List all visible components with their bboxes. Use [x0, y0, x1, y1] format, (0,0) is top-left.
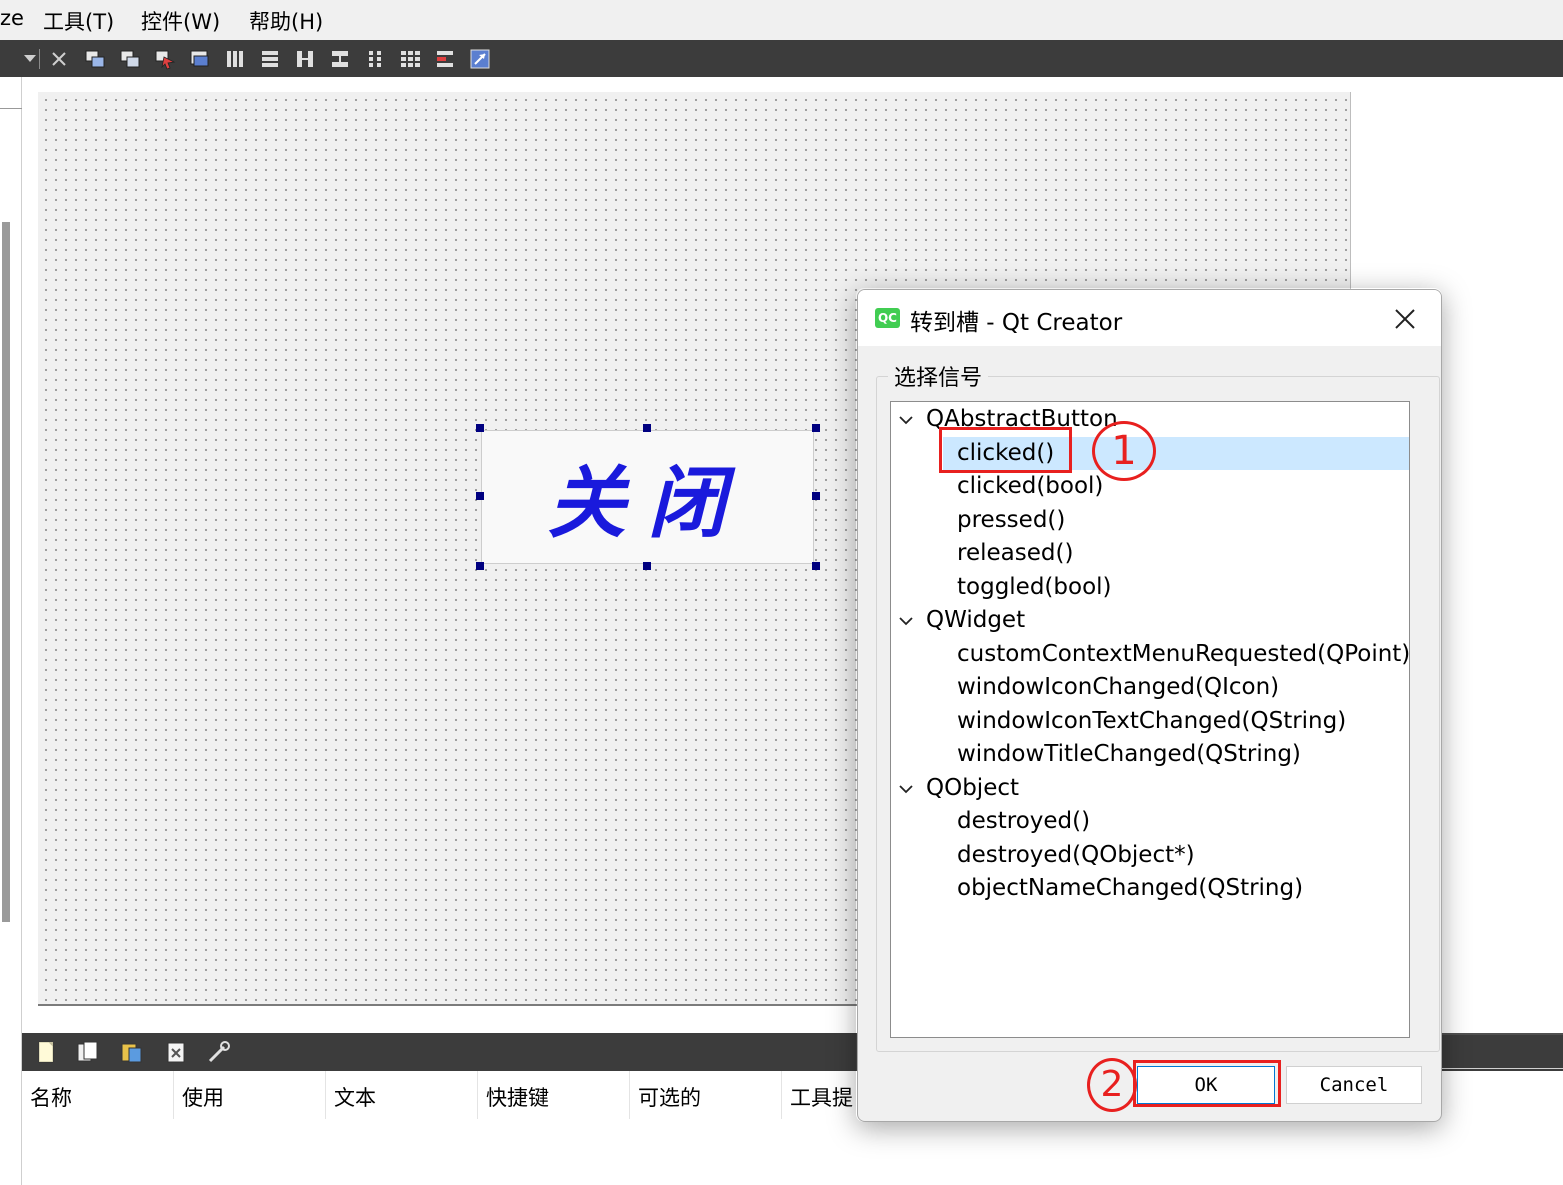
groupbox-title: 选择信号 [888, 360, 989, 392]
selection-handle[interactable] [476, 424, 484, 432]
tree-signal-row[interactable]: destroyed(QObject*) [891, 839, 1409, 872]
tree-signal-row[interactable]: toggled(bool) [891, 571, 1409, 604]
layout-grid-icon[interactable] [364, 48, 386, 70]
menu-item-help[interactable]: 帮助(H) [249, 6, 323, 36]
menu-item-partial[interactable]: ze [0, 6, 24, 30]
signal-tree[interactable]: QAbstractButton clicked() clicked(bool) pre… [890, 401, 1410, 1038]
dialog-titlebar[interactable]: QC 转到槽 - Qt Creator [858, 290, 1441, 346]
tree-group-row[interactable]: QObject [891, 772, 1409, 805]
tree-signal-row[interactable]: windowIconTextChanged(QString) [891, 705, 1409, 738]
tree-signal-row[interactable]: windowIconChanged(QIcon) [891, 671, 1409, 704]
tree-row-label: destroyed() [957, 808, 1091, 834]
close-icon [1395, 309, 1415, 329]
annotation-step-2: 2 [1087, 1058, 1137, 1112]
dock-separator [1440, 1068, 1563, 1069]
go-to-slot-dialog: QC 转到槽 - Qt Creator 选择信号 QAbstractButton… [857, 289, 1442, 1122]
column-header-text[interactable]: 文本 [326, 1071, 478, 1119]
chevron-down-icon[interactable] [899, 782, 913, 796]
column-header-name[interactable]: 名称 [22, 1071, 174, 1119]
paste-action-icon[interactable] [119, 1039, 145, 1065]
layout-form-icon[interactable] [399, 48, 421, 70]
selection-handle[interactable] [812, 424, 820, 432]
layout-horizontal-splitter-icon[interactable] [294, 48, 316, 70]
annotation-highlight-ok [1133, 1060, 1281, 1107]
tree-signal-row[interactable]: customContextMenuRequested(QPoint) [891, 638, 1409, 671]
tree-row-label: windowIconTextChanged(QString) [957, 707, 1347, 734]
column-header-checkable[interactable]: 可选的 [630, 1071, 782, 1119]
tree-group-row[interactable]: QWidget [891, 604, 1409, 637]
left-scrollbar[interactable] [2, 222, 10, 922]
menu-item-widgets[interactable]: 控件(W) [141, 6, 220, 36]
cancel-button[interactable]: Cancel [1286, 1066, 1422, 1104]
edit-widgets-icon[interactable] [84, 48, 106, 70]
tree-row-label: clicked(bool) [957, 473, 1104, 499]
tree-row-label: destroyed(QObject*) [957, 841, 1195, 868]
edit-signals-slots-icon[interactable] [119, 48, 141, 70]
copy-action-icon[interactable] [75, 1039, 101, 1065]
edit-tab-order-icon[interactable] [189, 48, 211, 70]
tree-row-label: released() [957, 540, 1074, 566]
tree-row-label: customContextMenuRequested(QPoint) [957, 640, 1410, 667]
tree-signal-row[interactable]: clicked(bool) [891, 470, 1409, 503]
annotation-highlight-clicked [939, 427, 1072, 473]
qt-creator-logo-icon: QC [875, 308, 900, 328]
edit-buddies-icon[interactable] [154, 48, 176, 70]
layout-vertical-icon[interactable] [259, 48, 281, 70]
tree-row-label: pressed() [957, 506, 1066, 533]
chevron-down-icon[interactable] [899, 413, 913, 427]
form-push-button[interactable]: 关闭 [481, 430, 814, 564]
tree-row-label: objectNameChanged(QString) [957, 875, 1304, 901]
column-header-shortcut[interactable]: 快捷键 [478, 1071, 630, 1119]
delete-action-icon[interactable] [163, 1039, 189, 1065]
selection-handle[interactable] [643, 562, 651, 570]
tree-signal-row[interactable]: objectNameChanged(QString) [891, 872, 1409, 905]
tree-signal-row[interactable]: windowTitleChanged(QString) [891, 738, 1409, 771]
tree-signal-row[interactable]: destroyed() [891, 805, 1409, 838]
selection-handle[interactable] [812, 562, 820, 570]
menu-bar: ze 工具(T) 控件(W) 帮助(H) [0, 0, 1563, 40]
break-layout-icon[interactable] [434, 48, 456, 70]
layout-vertical-splitter-icon[interactable] [329, 48, 351, 70]
tree-signal-row[interactable]: released() [891, 537, 1409, 570]
left-dock-strip [0, 77, 22, 1185]
selection-handle[interactable] [812, 492, 820, 500]
tree-row-label: windowTitleChanged(QString) [957, 741, 1301, 767]
tree-row-label: QWidget [926, 607, 1026, 633]
layout-horizontal-icon[interactable] [224, 48, 246, 70]
column-header-used[interactable]: 使用 [174, 1071, 326, 1119]
selection-handle[interactable] [643, 424, 651, 432]
left-dock-tab[interactable] [0, 77, 22, 109]
menu-item-tools[interactable]: 工具(T) [43, 6, 114, 36]
dock-separator [1440, 1033, 1563, 1035]
designer-toolbar [0, 40, 1563, 77]
dropdown-arrow-icon[interactable] [19, 48, 41, 70]
close-icon[interactable] [48, 48, 70, 70]
new-action-icon[interactable] [32, 1039, 58, 1065]
tree-row-label: toggled(bool) [957, 573, 1112, 600]
adjust-size-icon[interactable] [469, 48, 491, 70]
selection-handle[interactable] [476, 492, 484, 500]
selection-handle[interactable] [476, 562, 484, 570]
dialog-close-button[interactable] [1388, 302, 1422, 336]
chevron-down-icon[interactable] [899, 614, 913, 628]
toolbar-separator [39, 49, 40, 69]
tree-row-label: windowIconChanged(QIcon) [957, 674, 1280, 700]
push-button-label: 关闭 [547, 458, 748, 549]
configure-wrench-icon[interactable] [206, 1039, 232, 1065]
tree-signal-row[interactable]: pressed() [891, 504, 1409, 537]
annotation-step-1: 1 [1092, 421, 1156, 481]
dialog-title: 转到槽 - Qt Creator [910, 310, 1123, 336]
tree-row-label: QObject [926, 774, 1020, 801]
